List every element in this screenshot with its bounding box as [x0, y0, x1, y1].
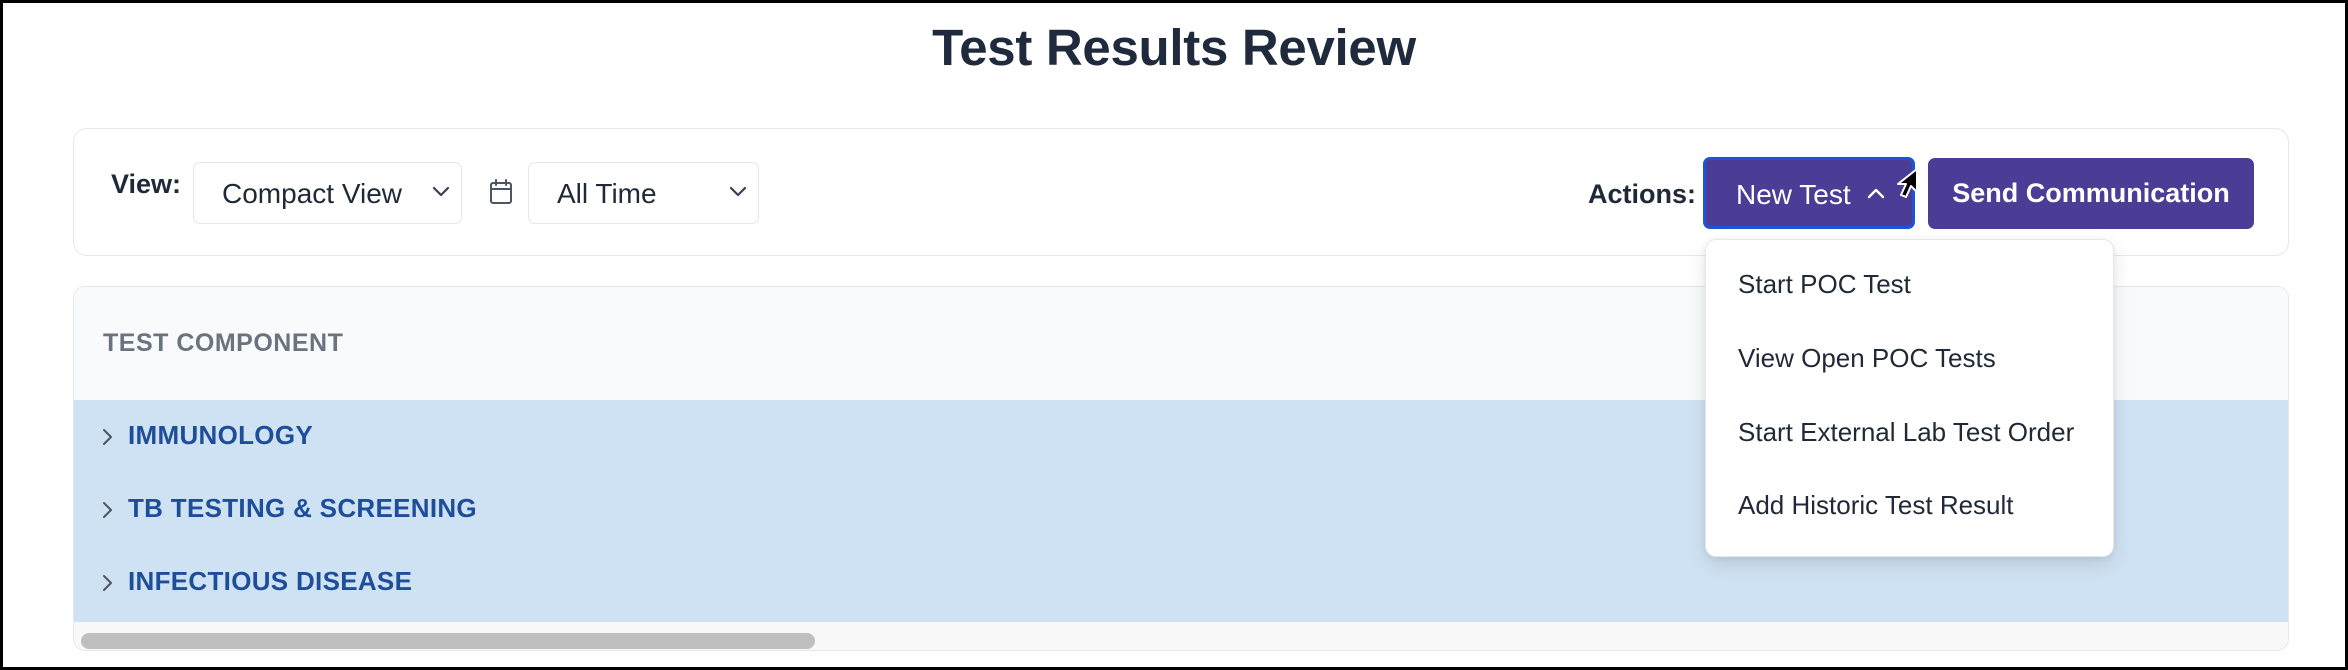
- mouse-cursor-icon: [1897, 168, 1918, 198]
- chevron-right-icon: [103, 429, 112, 445]
- new-test-button[interactable]: New Test: [1703, 157, 1915, 229]
- menu-item-view-open-poc-tests[interactable]: View Open POC Tests: [1738, 343, 1996, 374]
- chevron-up-icon: [1867, 188, 1885, 199]
- actions-label: Actions:: [1588, 179, 1696, 209]
- horizontal-scrollbar[interactable]: [74, 622, 2288, 650]
- scrollbar-thumb[interactable]: [81, 633, 815, 649]
- date-range-select[interactable]: All Time: [528, 162, 759, 224]
- new-test-dropdown-menu: Start POC Test View Open POC Tests Start…: [1705, 239, 2114, 557]
- chevron-right-icon: [103, 502, 112, 518]
- page-title: Test Results Review: [932, 19, 1416, 76]
- view-select-value: Compact View: [222, 178, 403, 209]
- chevron-down-icon: [729, 186, 747, 197]
- menu-item-add-historic-result[interactable]: Add Historic Test Result: [1738, 490, 2014, 521]
- chevron-right-icon: [103, 575, 112, 591]
- group-label: IMMUNOLOGY: [128, 420, 313, 450]
- chevron-down-icon: [432, 186, 450, 197]
- menu-item-start-poc-test[interactable]: Start POC Test: [1738, 269, 1911, 300]
- menu-item-start-external-lab-order[interactable]: Start External Lab Test Order: [1738, 417, 2074, 448]
- calendar-icon: [490, 179, 512, 204]
- send-communication-button[interactable]: Send Communication: [1928, 158, 2254, 229]
- toolbar: View: Compact View All Time Actions: New…: [73, 128, 2289, 256]
- view-label: View:: [111, 169, 182, 199]
- new-test-label: New Test: [1736, 179, 1851, 210]
- group-label: TB TESTING & SCREENING: [128, 493, 477, 523]
- date-range-value: All Time: [557, 178, 657, 209]
- group-label: INFECTIOUS DISEASE: [128, 566, 413, 596]
- column-header-test-component[interactable]: TEST COMPONENT: [103, 329, 343, 358]
- view-select[interactable]: Compact View: [193, 162, 462, 224]
